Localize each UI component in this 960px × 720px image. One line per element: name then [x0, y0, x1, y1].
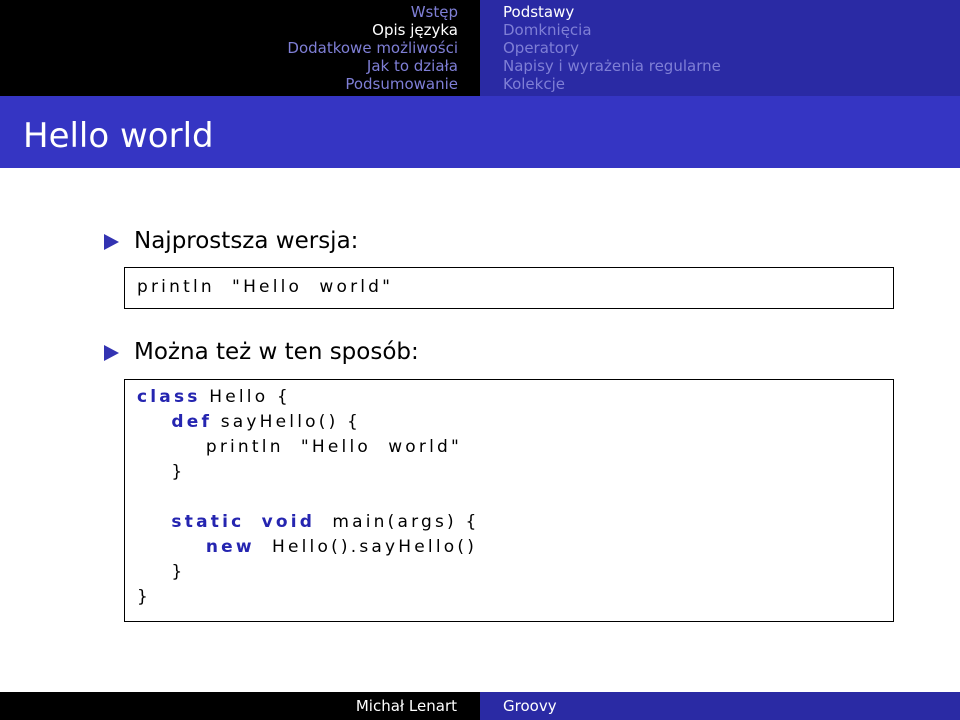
code-line: } — [137, 460, 185, 484]
code-line: def sayHello() { — [137, 410, 361, 434]
nav-section-wstep[interactable]: Wstęp — [287, 3, 458, 21]
slide-title: Hello world — [23, 116, 214, 156]
code-text: Hello { — [200, 387, 291, 407]
code-text: } — [137, 562, 186, 582]
code-text: main(args) { — [315, 512, 480, 532]
code-line: static void main(args) { — [137, 510, 479, 534]
nav-section-dodatkowe-mozliwosci[interactable]: Dodatkowe możliwości — [287, 39, 458, 57]
code-text: println "Hello world" — [137, 277, 394, 297]
code-line: println "Hello world" — [137, 435, 462, 459]
code-line: new Hello().sayHello() — [137, 535, 477, 559]
code-keyword: new — [205, 537, 255, 557]
bullet-triangle-icon — [104, 234, 119, 250]
nav-subsection-napisy[interactable]: Napisy i wyrażenia regularne — [503, 57, 721, 75]
bullet-triangle-icon — [104, 345, 119, 361]
code-text: } — [137, 587, 152, 607]
nav-section-opis-jezyka[interactable]: Opis języka — [287, 21, 458, 39]
nav-section-jak-to-dziala[interactable]: Jak to działa — [287, 57, 458, 75]
footer-title-panel: Groovy — [480, 692, 960, 720]
section-navigation: Wstęp Opis języka Dodatkowe możliwości J… — [0, 0, 480, 96]
code-text: println "Hello world" — [137, 437, 463, 457]
nav-subsection-domkniecia[interactable]: Domknięcia — [503, 21, 721, 39]
code-text: } — [137, 462, 186, 482]
code-line: println "Hello world" — [137, 275, 393, 299]
nav-subsection-kolekcje[interactable]: Kolekcje — [503, 75, 721, 93]
code-keyword: static — [171, 512, 245, 532]
footer-bar: Michał Lenart Groovy — [0, 692, 960, 720]
code-line: class Hello { — [137, 385, 291, 409]
code-text: sayHello() { — [212, 412, 362, 432]
code-line: } — [137, 560, 185, 584]
frame-title-bar: Hello world — [0, 96, 960, 168]
code-block-simple: println "Hello world" — [124, 267, 894, 309]
top-navigation: Wstęp Opis języka Dodatkowe możliwości J… — [0, 0, 960, 96]
subsection-navigation: Podstawy Domknięcia Operatory Napisy i w… — [480, 0, 960, 96]
bullet-item-text: Można też w ten sposób: — [134, 339, 419, 365]
nav-subsection-podstawy[interactable]: Podstawy — [503, 3, 721, 21]
footer-author-panel: Michał Lenart — [0, 692, 480, 720]
code-keyword: class — [137, 387, 201, 407]
bullet-item-text: Najprostsza wersja: — [134, 228, 359, 254]
nav-subsection-operatory[interactable]: Operatory — [503, 39, 721, 57]
code-line: } — [137, 585, 151, 609]
code-keyword: void — [261, 512, 316, 532]
nav-section-podsumowanie[interactable]: Podsumowanie — [287, 75, 458, 93]
footer-author: Michał Lenart — [355, 697, 457, 715]
footer-talk-title: Groovy — [503, 697, 557, 715]
code-text: Hello().sayHello() — [254, 537, 478, 557]
code-keyword: def — [171, 412, 213, 432]
code-block-class: class Hello { def sayHello() { println "… — [124, 379, 894, 622]
